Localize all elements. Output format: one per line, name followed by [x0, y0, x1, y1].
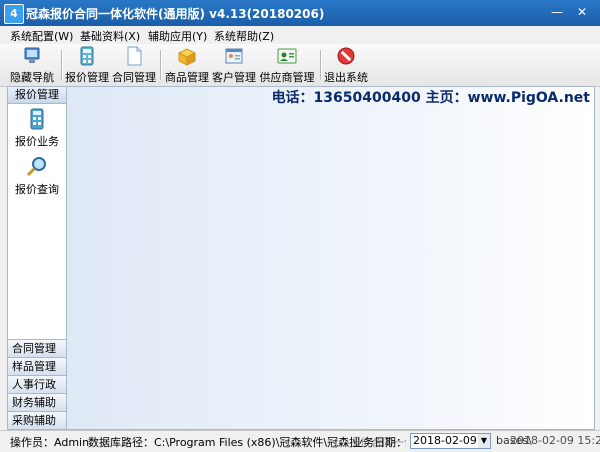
minimize-button[interactable]: — — [548, 4, 566, 20]
contact-card-icon — [277, 48, 297, 64]
hide-nav-button[interactable]: 隐藏导航 — [6, 46, 58, 84]
calculator-icon — [30, 108, 44, 130]
document-icon — [127, 46, 142, 66]
sidebar-item-label: 报价业务 — [15, 135, 59, 148]
status-bar: 操作员：Admin 数据库路径：C:\Program Files (x86)\冠… — [0, 430, 600, 452]
toolbar: 隐藏导航 报价管理 合同管理 商品管理 客户管理 供应商管理 退出系统 — [0, 44, 600, 87]
menu-system-help[interactable]: 系统帮助(Z) — [214, 28, 274, 44]
supplier-mgmt-label: 供应商管理 — [259, 71, 315, 84]
sidebar-tab-label: 采购辅助 — [12, 414, 56, 427]
calculator-icon — [80, 46, 94, 66]
supplier-mgmt-button[interactable]: 供应商管理 — [258, 46, 316, 84]
sidebar-tab-hr-admin[interactable]: 人事行政 — [8, 375, 66, 393]
magnifier-icon — [26, 157, 46, 177]
sidebar-tab-sample-mgmt[interactable]: 样品管理 — [8, 357, 66, 375]
product-mgmt-label: 商品管理 — [165, 71, 209, 84]
close-button[interactable]: ✕ — [573, 4, 591, 20]
operator-status: 操作员：Admin — [10, 436, 90, 449]
menu-system-config[interactable]: 系统配置(W) — [10, 28, 73, 44]
sidebar-tab-label: 样品管理 — [12, 360, 56, 373]
sidebar-tab-label: 财务辅助 — [12, 396, 56, 409]
title-bar: 4 冠森报价合同一体化软件(通用版) v4.13(20180206) — ✕ — [0, 0, 600, 26]
monitor-icon — [24, 47, 40, 63]
sidebar-header-quote-mgmt[interactable]: 报价管理 — [8, 87, 66, 104]
quote-mgmt-label: 报价管理 — [65, 71, 109, 84]
contact-info: 电话：13650400400 主页：www.PigOA.net — [271, 90, 590, 106]
no-entry-icon — [337, 47, 355, 65]
menu-bar: 系统配置(W) 基础资料(X) 辅助应用(Y) 系统帮助(Z) — [0, 26, 600, 45]
quote-mgmt-button[interactable]: 报价管理 — [64, 46, 110, 84]
sidebar-item-quote-query[interactable]: 报价查询 — [8, 155, 66, 197]
customer-mgmt-label: 客户管理 — [212, 71, 256, 84]
chevron-down-icon[interactable]: ▼ — [478, 433, 491, 449]
hide-nav-label: 隐藏导航 — [10, 71, 54, 84]
sidebar-tab-finance-aux[interactable]: 财务辅助 — [8, 393, 66, 411]
box-icon — [177, 48, 197, 66]
sidebar-tab-label: 合同管理 — [12, 342, 56, 355]
sidebar-item-quote-business[interactable]: 报价业务 — [8, 107, 66, 149]
toolbar-separator — [61, 50, 63, 80]
exit-system-button[interactable]: 退出系统 — [322, 46, 370, 84]
business-date-label: 业务日期： — [352, 434, 407, 450]
window-title: 冠森报价合同一体化软件(通用版) v4.13(20180206) — [26, 7, 325, 21]
sidebar-item-label: 报价查询 — [15, 183, 59, 196]
business-date-field[interactable]: 2018-02-09 — [410, 433, 484, 449]
system-time-status: 2018-02-09 15:27:03 — [510, 434, 600, 447]
menu-basic-data[interactable]: 基础资料(X) — [80, 28, 140, 44]
menu-aux-apps[interactable]: 辅助应用(Y) — [148, 28, 207, 44]
sidebar-tab-label: 人事行政 — [12, 378, 56, 391]
app-logo-icon: 4 — [4, 4, 24, 24]
sidebar-tab-contract-mgmt[interactable]: 合同管理 — [8, 339, 66, 357]
product-mgmt-button[interactable]: 商品管理 — [164, 46, 210, 84]
main-content-area: 电话：13650400400 主页：www.PigOA.net — [66, 86, 595, 430]
contract-mgmt-label: 合同管理 — [112, 71, 156, 84]
customer-mgmt-button[interactable]: 客户管理 — [211, 46, 257, 84]
address-book-icon — [225, 48, 243, 64]
toolbar-separator — [160, 50, 162, 80]
exit-system-label: 退出系统 — [324, 71, 368, 84]
navigation-sidebar: 报价管理 报价业务 报价查询 合同管理 样品管理 人事行政 财务辅助 采购辅助 — [7, 86, 67, 430]
contract-mgmt-button[interactable]: 合同管理 — [111, 46, 157, 84]
sidebar-tab-purchase-aux[interactable]: 采购辅助 — [8, 411, 66, 429]
